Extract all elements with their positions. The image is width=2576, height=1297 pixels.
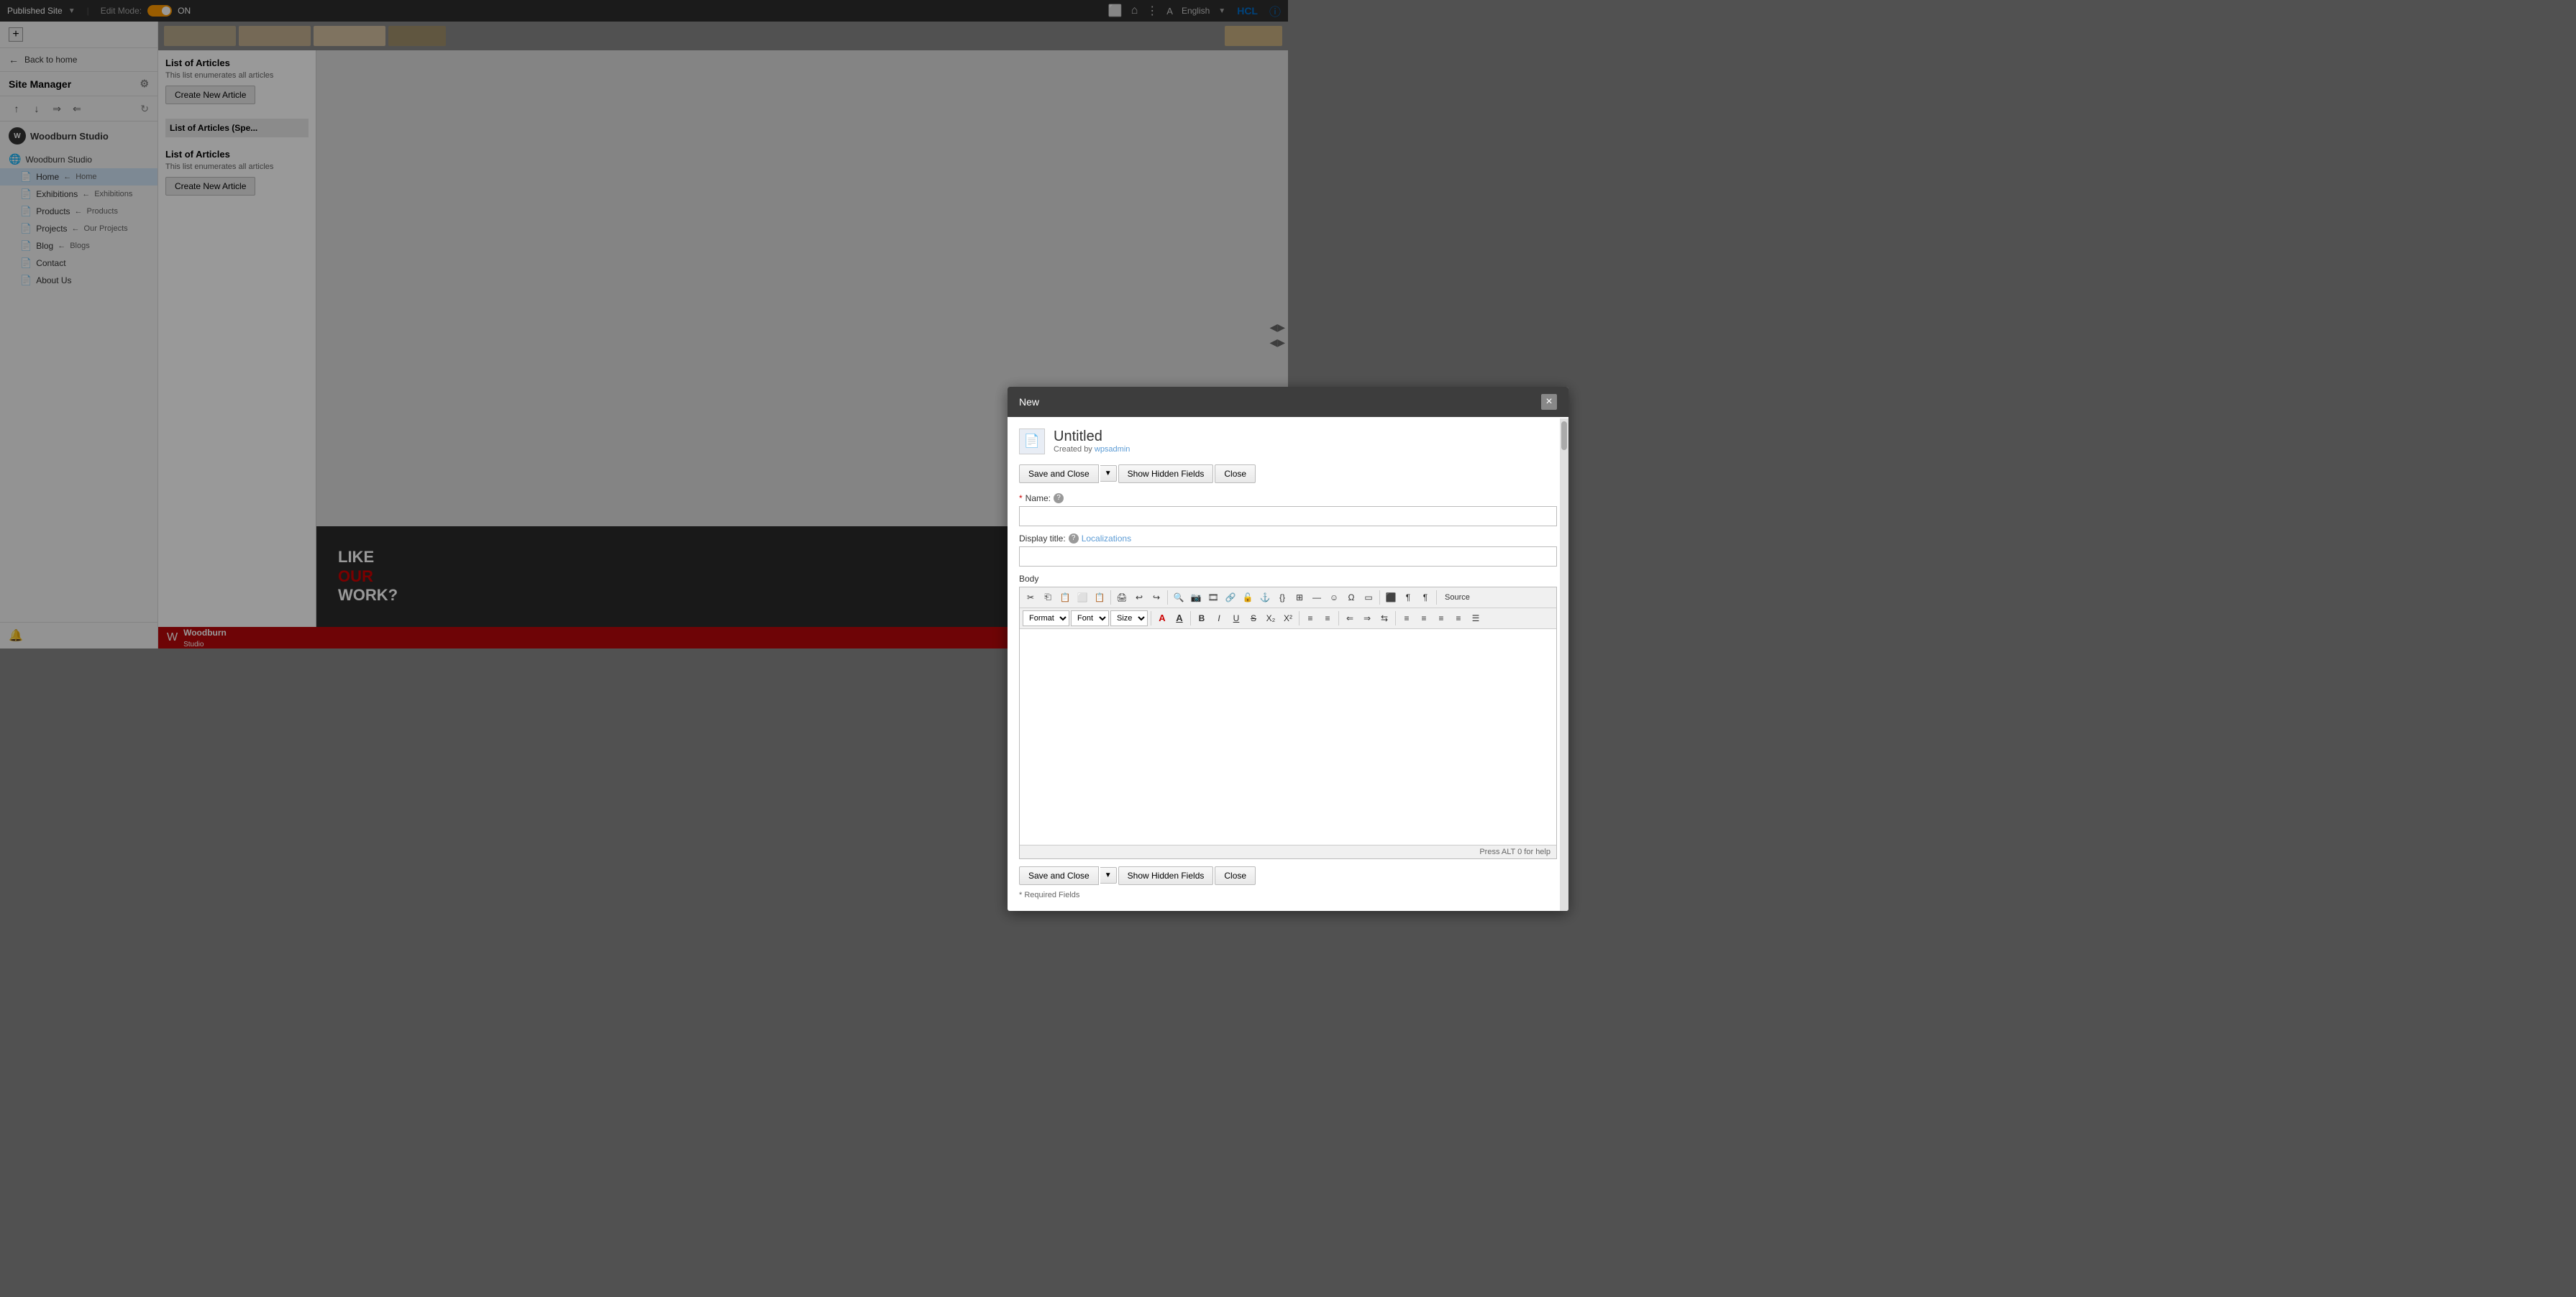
modal-header-title: New: [1019, 396, 1039, 408]
font-select[interactable]: Font: [1071, 610, 1109, 626]
save-close-dropdown-top[interactable]: ▼: [1100, 465, 1117, 482]
rte-paste-word-btn[interactable]: 📋: [1092, 590, 1107, 605]
rte-unlink-btn[interactable]: 🔓: [1240, 590, 1256, 605]
rte-code-btn[interactable]: {}: [1274, 590, 1288, 605]
save-close-btn-top[interactable]: Save and Close: [1019, 464, 1099, 483]
rich-text-editor: ✂ ⎗ 📋 ⬜ 📋 🖨 ↩ ↪ 🔍: [1019, 587, 1288, 649]
rte-bold-btn[interactable]: B: [1194, 610, 1210, 626]
rte-paste-btn[interactable]: 📋: [1057, 590, 1073, 605]
close-btn-top[interactable]: Close: [1215, 464, 1256, 483]
display-title-label-text: Display title:: [1019, 533, 1066, 544]
rte-find-btn[interactable]: 🔍: [1171, 590, 1187, 605]
show-hidden-btn-top[interactable]: Show Hidden Fields: [1118, 464, 1214, 483]
rte-text-color-btn[interactable]: A: [1154, 610, 1170, 626]
rte-link-btn[interactable]: 🔗: [1223, 590, 1238, 605]
name-help-icon[interactable]: ?: [1054, 493, 1064, 503]
localization-link[interactable]: Localizations: [1082, 533, 1131, 544]
rte-paste-text-btn[interactable]: ⬜: [1074, 590, 1090, 605]
display-title-help-icon[interactable]: ?: [1069, 533, 1079, 544]
rte-strike-btn[interactable]: S: [1246, 610, 1261, 626]
article-header: 📄 Untitled Created by wpsadmin: [1019, 428, 1288, 454]
rte-subscript-btn[interactable]: X₂: [1263, 610, 1279, 626]
format-select[interactable]: Format: [1023, 610, 1069, 626]
rte-cut-btn[interactable]: ✂: [1023, 590, 1038, 605]
top-action-bar: Save and Close ▼ Show Hidden Fields Clos…: [1019, 464, 1288, 483]
display-title-label: Display title: ? Localizations: [1019, 533, 1288, 544]
name-field-group: * Name: ?: [1019, 493, 1288, 526]
rte-italic-btn[interactable]: I: [1211, 610, 1227, 626]
body-field-group: Body ✂ ⎗ 📋 ⬜ 📋 🖨 ↩: [1019, 574, 1288, 649]
modal-overlay: New × 📄 Untitled Created by wpsadmin: [158, 22, 1288, 648]
modal-body: 📄 Untitled Created by wpsadmin Save and …: [1008, 417, 1288, 649]
rte-toolbar-1: ✂ ⎗ 📋 ⬜ 📋 🖨 ↩ ↪ 🔍: [1020, 587, 1288, 608]
article-title: Untitled: [1054, 428, 1130, 445]
rte-superscript-btn[interactable]: X²: [1280, 610, 1288, 626]
new-article-modal: New × 📄 Untitled Created by wpsadmin: [1008, 387, 1288, 649]
rte-copy-btn[interactable]: ⎗: [1040, 590, 1056, 605]
article-info: Untitled Created by wpsadmin: [1054, 428, 1130, 454]
rte-print-btn[interactable]: 🖨: [1114, 590, 1130, 605]
rte-redo-btn[interactable]: ↪: [1148, 590, 1164, 605]
rte-image-btn[interactable]: 📷: [1188, 590, 1204, 605]
rte-bg-color-btn[interactable]: A: [1171, 610, 1187, 626]
name-label-text: Name:: [1026, 493, 1051, 503]
rte-anchor-btn[interactable]: ⚓: [1257, 590, 1273, 605]
size-select[interactable]: Size: [1110, 610, 1148, 626]
rte-underline-btn[interactable]: U: [1228, 610, 1244, 626]
created-by-text: Created by: [1054, 445, 1092, 454]
article-icon: 📄: [1019, 428, 1045, 454]
article-subtitle: Created by wpsadmin: [1054, 445, 1130, 454]
rte-toolbar-2: Format Font Size A A: [1020, 608, 1288, 629]
rte-flash-btn[interactable]: 🎞: [1205, 590, 1221, 605]
modal-header: New ×: [1008, 387, 1288, 417]
display-title-input[interactable]: [1019, 546, 1288, 567]
body-label: Body: [1019, 574, 1288, 584]
content-area: List of Articles This list enumerates al…: [158, 22, 1288, 648]
name-input[interactable]: [1019, 506, 1288, 526]
main-layout: + ← Back to home Site Manager ⚙ ↑ ↓ ⇒ ⇐ …: [0, 22, 1288, 648]
rte-undo-btn[interactable]: ↩: [1131, 590, 1147, 605]
name-required-icon: *: [1019, 493, 1023, 503]
display-title-field-group: Display title: ? Localizations: [1019, 533, 1288, 567]
rte-content-area[interactable]: [1020, 629, 1288, 649]
author-link[interactable]: wpsadmin: [1095, 445, 1131, 454]
name-label: * Name: ?: [1019, 493, 1288, 503]
